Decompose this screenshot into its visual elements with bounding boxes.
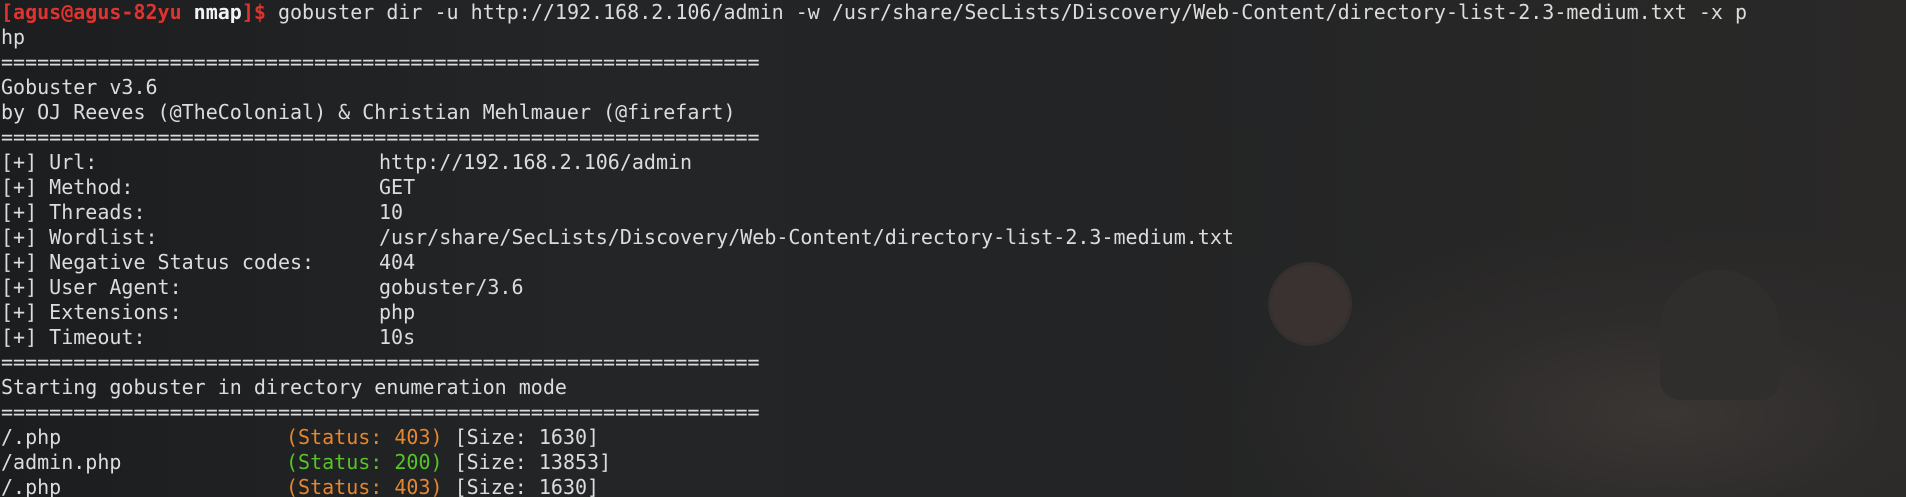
config-row-url: [+] Url: http://192.168.2.106/admin: [1, 150, 1747, 175]
result-path: /admin.php: [1, 450, 122, 474]
prompt-directory: nmap: [193, 0, 242, 24]
result-row: /.php (Status: 403) [Size: 1630]: [1, 425, 1747, 450]
result-path: /.php: [1, 475, 62, 497]
result-size: [Size: 13853]: [454, 450, 612, 474]
config-label: [+] Timeout:: [1, 325, 146, 349]
result-status: (Status: 403) [Size: 1630]: [286, 475, 599, 497]
banner-version: Gobuster v3.6: [1, 75, 158, 99]
result-status: (Status: 200) [Size: 13853]: [286, 450, 611, 475]
config-value: gobuster/3.6: [379, 275, 524, 299]
config-label: [+] Url:: [1, 150, 98, 174]
result-path: /.php: [1, 425, 62, 449]
config-row-method: [+] Method: GET: [1, 175, 1747, 200]
config-label: [+] User Agent:: [1, 275, 182, 299]
separator-line: ========================================…: [1, 50, 760, 74]
result-row: /admin.php (Status: 200) [Size: 13853]: [1, 450, 1747, 475]
command-text: gobuster dir -u http://192.168.2.106/adm…: [265, 0, 1747, 24]
prompt-line: [agus@agus-82yu nmap]$ gobuster dir -u h…: [1, 0, 1747, 25]
config-value: 404: [379, 250, 416, 274]
separator-line: ========================================…: [1, 125, 760, 149]
config-label: [+] Threads:: [1, 200, 146, 224]
prompt-user-host: agus@agus-82yu: [13, 0, 182, 24]
banner-authors: by OJ Reeves (@TheColonial) & Christian …: [1, 100, 736, 124]
result-status-text: (Status: 403): [286, 425, 443, 449]
config-label: [+] Method:: [1, 175, 134, 199]
terminal-output[interactable]: [agus@agus-82yu nmap]$ gobuster dir -u h…: [1, 0, 1747, 497]
config-row-timeout: [+] Timeout: 10s: [1, 325, 1747, 350]
config-value: GET: [379, 175, 416, 199]
config-value: php: [379, 300, 416, 324]
config-label: [+] Negative Status codes:: [1, 250, 315, 274]
result-row: /.php (Status: 403) [Size: 1630]: [1, 475, 1747, 497]
config-row-wordlist: [+] Wordlist: /usr/share/SecLists/Discove…: [1, 225, 1747, 250]
config-value: 10s: [379, 325, 416, 349]
config-value: http://192.168.2.106/admin: [379, 150, 693, 174]
terminal-window[interactable]: [agus@agus-82yu nmap]$ gobuster dir -u h…: [0, 0, 1906, 497]
config-row-user-agent: [+] User Agent: gobuster/3.6: [1, 275, 1747, 300]
start-message: Starting gobuster in directory enumerati…: [1, 375, 567, 399]
command-wrap-line: hp: [1, 25, 26, 49]
config-row-extensions: [+] Extensions: php: [1, 300, 1747, 325]
prompt-close-bracket: ]$: [241, 0, 266, 24]
result-size: [Size: 1630]: [454, 425, 600, 449]
prompt-open-bracket: [: [1, 0, 14, 24]
result-size: [Size: 1630]: [454, 475, 600, 497]
config-value: /usr/share/SecLists/Discovery/Web-Conten…: [379, 225, 1234, 249]
separator-line: ========================================…: [1, 350, 760, 374]
result-status: (Status: 403) [Size: 1630]: [286, 425, 599, 450]
config-label: [+] Wordlist:: [1, 225, 158, 249]
separator-line: ========================================…: [1, 400, 760, 424]
config-row-threads: [+] Threads: 10: [1, 200, 1747, 225]
config-row-negative-status: [+] Negative Status codes: 404: [1, 250, 1747, 275]
config-value: 10: [379, 200, 404, 224]
result-status-text: (Status: 200): [286, 450, 443, 474]
config-label: [+] Extensions:: [1, 300, 182, 324]
result-status-text: (Status: 403): [286, 475, 443, 497]
